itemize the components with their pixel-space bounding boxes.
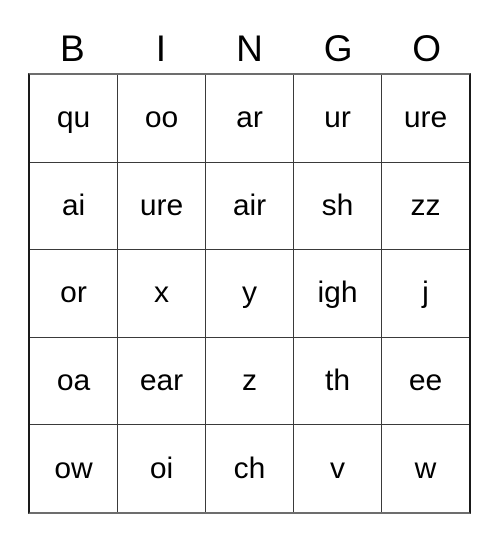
bingo-row: qu oo ar ur ure [30, 75, 469, 162]
bingo-cell[interactable]: oi [117, 425, 205, 512]
bingo-row: ow oi ch v w [30, 424, 469, 512]
bingo-cell[interactable]: z [205, 337, 293, 425]
bingo-cell[interactable]: ur [293, 75, 381, 162]
bingo-cell[interactable]: qu [30, 75, 117, 162]
bingo-cell[interactable]: y [205, 250, 293, 337]
bingo-cell[interactable]: zz [381, 162, 469, 250]
bingo-cell[interactable]: ow [30, 425, 117, 512]
bingo-header-letter-g: G [323, 28, 353, 69]
bingo-cell[interactable]: th [293, 337, 381, 425]
bingo-cell[interactable]: oa [30, 337, 117, 425]
bingo-row: or x y igh j [30, 249, 469, 337]
bingo-cell[interactable]: ure [117, 162, 205, 250]
bingo-header-letter-b: B [59, 28, 85, 69]
bingo-cell[interactable]: ar [205, 75, 293, 162]
bingo-cell[interactable]: ure [381, 75, 469, 162]
bingo-row: ai ure air sh zz [30, 161, 469, 250]
bingo-cell[interactable]: j [381, 250, 469, 337]
bingo-cell[interactable]: ai [30, 162, 117, 250]
bingo-header-letter-o: O [412, 28, 442, 69]
bingo-header-letter-n: N [236, 28, 263, 69]
bingo-header-row: B I N G O [28, 24, 471, 73]
bingo-cell[interactable]: ear [117, 337, 205, 425]
bingo-grid: qu oo ar ur ure ai ure air sh zz or x y … [28, 73, 471, 514]
bingo-card: B I N G O qu oo ar ur ure ai ure air sh … [0, 0, 500, 544]
bingo-cell[interactable]: x [117, 250, 205, 337]
bingo-cell[interactable]: or [30, 250, 117, 337]
bingo-cell[interactable]: v [293, 425, 381, 512]
bingo-cell[interactable]: oo [117, 75, 205, 162]
bingo-cell[interactable]: air [205, 162, 293, 250]
bingo-cell[interactable]: ee [381, 337, 469, 425]
bingo-row: oa ear z th ee [30, 336, 469, 425]
bingo-cell[interactable]: ch [205, 425, 293, 512]
bingo-cell[interactable]: w [381, 425, 469, 512]
bingo-cell[interactable]: igh [293, 250, 381, 337]
bingo-header-letter-i: I [155, 28, 167, 69]
bingo-cell[interactable]: sh [293, 162, 381, 250]
